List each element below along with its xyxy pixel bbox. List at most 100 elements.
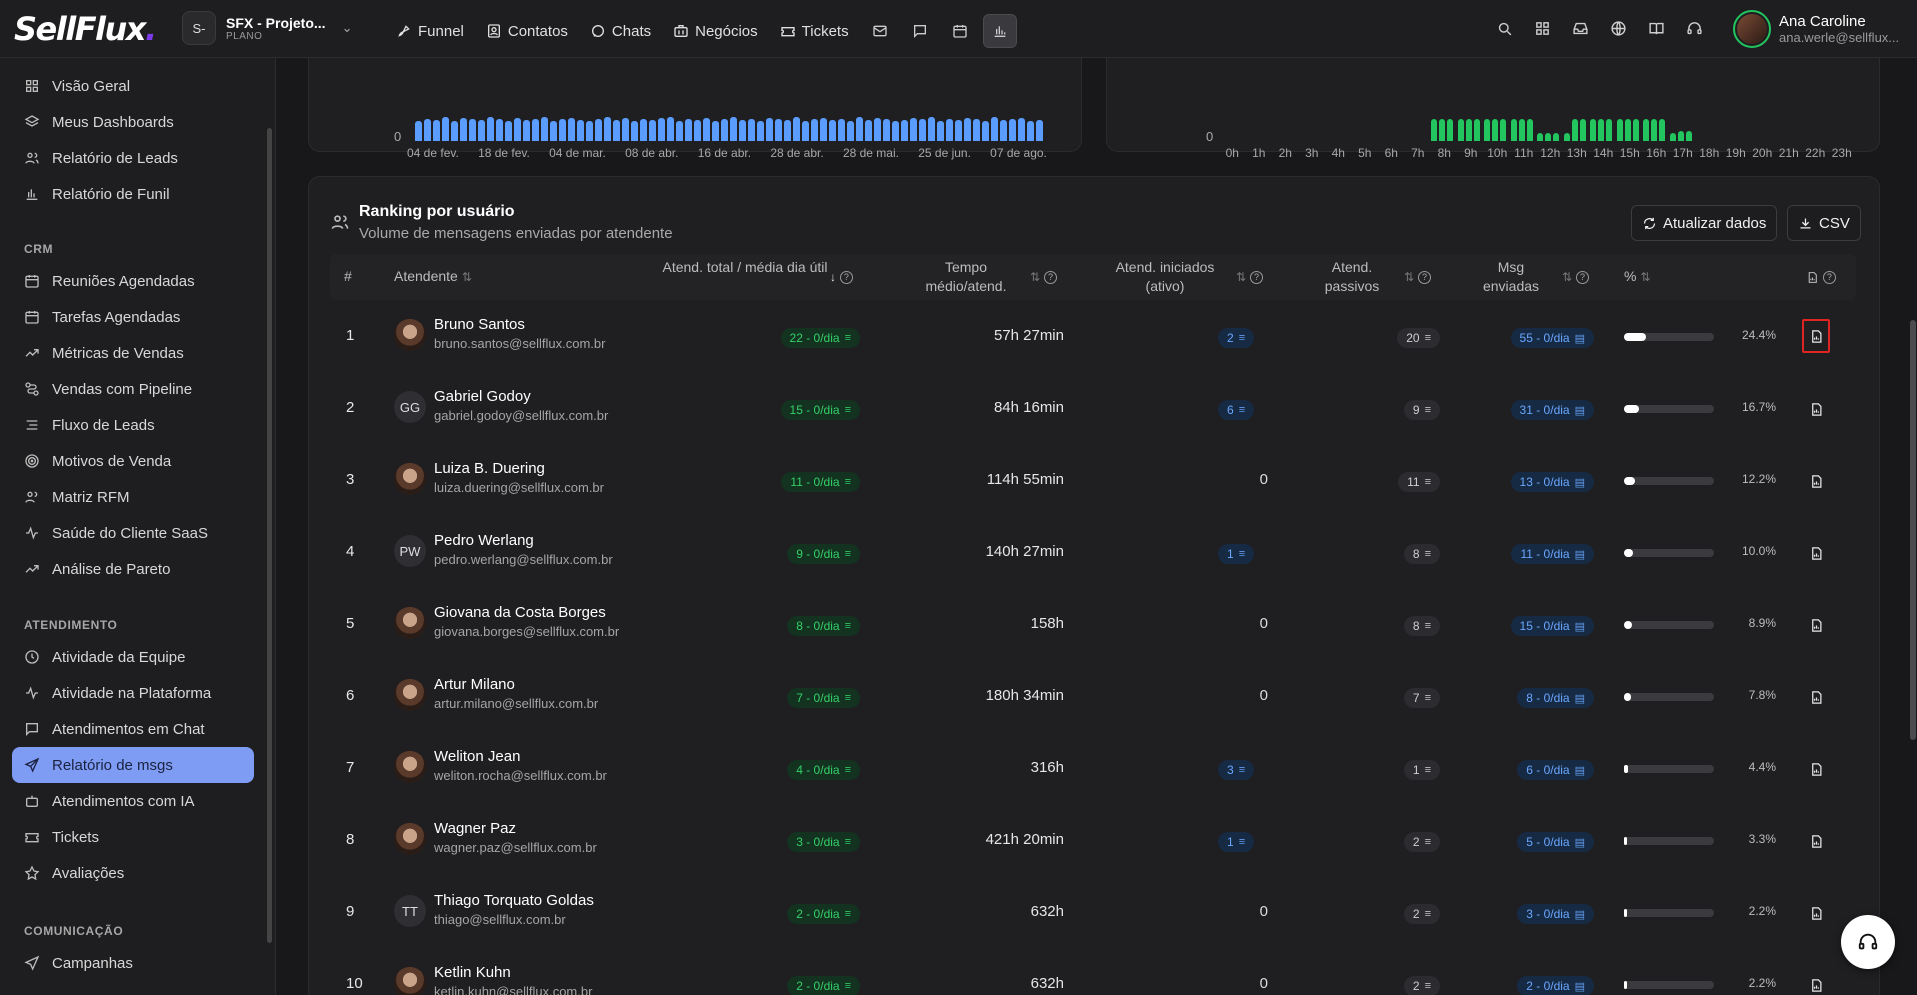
chart-bar[interactable] bbox=[469, 119, 476, 141]
msg-pill[interactable]: 8 - 0/dia ▤ bbox=[1517, 688, 1594, 708]
passivos-pill[interactable]: 2 ≡ bbox=[1403, 976, 1440, 995]
total-pill[interactable]: 2 - 0/dia ≡ bbox=[787, 904, 860, 924]
chart-bar[interactable] bbox=[676, 121, 683, 141]
sidebar-item-avaliacoes[interactable]: Avaliações bbox=[12, 855, 254, 891]
chart-bar[interactable] bbox=[1009, 119, 1016, 141]
sidebar-item-campanhas[interactable]: Campanhas bbox=[12, 945, 254, 981]
chart-bar[interactable] bbox=[667, 117, 674, 141]
chart-bar[interactable] bbox=[838, 119, 845, 141]
chart-bar[interactable] bbox=[811, 119, 818, 141]
passivos-pill[interactable]: 2 ≡ bbox=[1403, 832, 1440, 852]
chart-bar[interactable] bbox=[1537, 133, 1543, 141]
chart-bar[interactable] bbox=[1669, 133, 1676, 141]
chart-bar[interactable] bbox=[1431, 119, 1437, 141]
msg-pill[interactable]: 55 - 0/dia ▤ bbox=[1510, 328, 1594, 348]
col-total[interactable]: Atend. total / média dia útil bbox=[660, 258, 830, 277]
help-icon[interactable]: ? bbox=[1043, 270, 1057, 284]
chart-bar[interactable] bbox=[649, 120, 656, 141]
total-pill[interactable]: 15 - 0/dia ≡ bbox=[780, 400, 860, 420]
total-pill[interactable]: 11 - 0/dia ≡ bbox=[781, 472, 860, 492]
col-iniciados-sort[interactable]: ⇅ ? bbox=[1236, 267, 1263, 287]
sidebar-item-relatorio-leads[interactable]: Relatório de Leads bbox=[12, 140, 254, 176]
chart-bar[interactable] bbox=[595, 119, 602, 141]
chart-bar[interactable] bbox=[1606, 119, 1612, 141]
nav-chats[interactable]: Chats bbox=[582, 17, 659, 46]
support-button[interactable] bbox=[1680, 14, 1708, 42]
chart-bar[interactable] bbox=[946, 119, 953, 141]
chart-bar[interactable] bbox=[1457, 119, 1464, 141]
chart-bar[interactable] bbox=[1027, 121, 1034, 141]
sidebar-item-visao-geral[interactable]: Visão Geral bbox=[12, 68, 254, 104]
msg-pill[interactable]: 6 - 0/dia ▤ bbox=[1517, 760, 1594, 780]
total-pill[interactable]: 3 - 0/dia ≡ bbox=[787, 832, 860, 852]
sidebar-item-matriz-rfm[interactable]: Matriz RFM bbox=[12, 479, 254, 515]
chart-bar[interactable] bbox=[514, 118, 521, 141]
msg-pill[interactable]: 31 - 0/dia ▤ bbox=[1510, 400, 1594, 420]
chart-bar[interactable] bbox=[577, 120, 584, 141]
chart-bar[interactable] bbox=[1677, 131, 1684, 141]
msg-pill[interactable]: 3 - 0/dia ▤ bbox=[1517, 904, 1594, 924]
report-button[interactable] bbox=[1804, 613, 1828, 637]
chart-bar[interactable] bbox=[982, 121, 989, 141]
csv-export-button[interactable]: CSV bbox=[1787, 205, 1861, 241]
chart-bar[interactable] bbox=[919, 119, 926, 141]
chart-bar[interactable] bbox=[523, 120, 530, 141]
passivos-pill[interactable]: 8 ≡ bbox=[1403, 544, 1440, 564]
chart-bar[interactable] bbox=[874, 118, 881, 141]
chart-bar[interactable] bbox=[478, 120, 485, 141]
chart-bar[interactable] bbox=[541, 117, 548, 141]
chart-bar[interactable] bbox=[883, 119, 890, 141]
report-button[interactable] bbox=[1804, 397, 1828, 421]
chart-bar[interactable] bbox=[1545, 133, 1551, 141]
chart-bar[interactable] bbox=[1500, 119, 1506, 141]
chart-bar[interactable] bbox=[784, 120, 791, 141]
chart-bar[interactable] bbox=[586, 121, 593, 141]
report-button[interactable] bbox=[1804, 541, 1828, 565]
chart-bar[interactable] bbox=[1526, 119, 1533, 141]
chart-bar[interactable] bbox=[892, 121, 899, 141]
chart-bar[interactable] bbox=[1518, 119, 1525, 141]
iniciados-pill[interactable]: 2 ≡ bbox=[1218, 328, 1255, 348]
help-icon[interactable]: ? bbox=[1417, 270, 1431, 284]
col-iniciados[interactable]: Atend. iniciados (ativo) bbox=[1100, 258, 1230, 296]
sidebar-item-meus-dashboards[interactable]: Meus Dashboards bbox=[12, 104, 254, 140]
nav-funnel[interactable]: Funnel bbox=[388, 17, 472, 46]
chart-bar[interactable] bbox=[532, 119, 539, 141]
col-tempo-sort[interactable]: ⇅ ? bbox=[1030, 267, 1057, 287]
chart-bar[interactable] bbox=[568, 118, 575, 141]
chart-bar[interactable] bbox=[1659, 119, 1665, 141]
report-button[interactable] bbox=[1804, 757, 1828, 781]
col-percent[interactable]: % ⇅ bbox=[1624, 267, 1650, 287]
total-pill[interactable]: 4 - 0/dia ≡ bbox=[787, 760, 860, 780]
inbox-button[interactable] bbox=[1566, 14, 1594, 42]
chart-bar[interactable] bbox=[1624, 119, 1631, 141]
chart-bar[interactable] bbox=[1643, 119, 1649, 141]
chart-bar[interactable] bbox=[613, 120, 620, 141]
chart-bar[interactable] bbox=[730, 117, 737, 141]
language-button[interactable] bbox=[1604, 14, 1632, 42]
chart-bar[interactable] bbox=[928, 117, 935, 141]
sidebar-item-atividade-plataforma[interactable]: Atividade na Plataforma bbox=[12, 675, 254, 711]
chart-bar[interactable] bbox=[424, 119, 431, 141]
iniciados-pill[interactable]: 3 ≡ bbox=[1218, 760, 1255, 780]
chart-bar[interactable] bbox=[460, 118, 467, 141]
chart-bar[interactable] bbox=[1439, 119, 1445, 141]
sidebar-item-saude-cliente[interactable]: Saúde do Cliente SaaS bbox=[12, 515, 254, 551]
chart-bar[interactable] bbox=[1651, 119, 1657, 141]
report-button[interactable] bbox=[1804, 829, 1828, 853]
chart-bar[interactable] bbox=[505, 121, 512, 141]
report-button[interactable] bbox=[1804, 901, 1828, 925]
nav-calendar-button[interactable] bbox=[943, 14, 977, 48]
chart-bar[interactable] bbox=[1484, 119, 1490, 141]
chart-bar[interactable] bbox=[1492, 119, 1498, 141]
support-chat-button[interactable] bbox=[1841, 915, 1895, 969]
col-msg[interactable]: Msg enviadas bbox=[1476, 258, 1546, 296]
chart-bar[interactable] bbox=[775, 119, 782, 141]
chart-bar[interactable] bbox=[991, 117, 998, 141]
docs-button[interactable] bbox=[1642, 14, 1670, 42]
chart-bar[interactable] bbox=[694, 120, 701, 141]
sidebar-item-reunioes[interactable]: Reuniões Agendadas bbox=[12, 263, 254, 299]
chart-bar[interactable] bbox=[703, 118, 710, 141]
sidebar-scrollbar[interactable] bbox=[267, 128, 272, 943]
sidebar-item-vendas-pipeline[interactable]: Vendas com Pipeline bbox=[12, 371, 254, 407]
